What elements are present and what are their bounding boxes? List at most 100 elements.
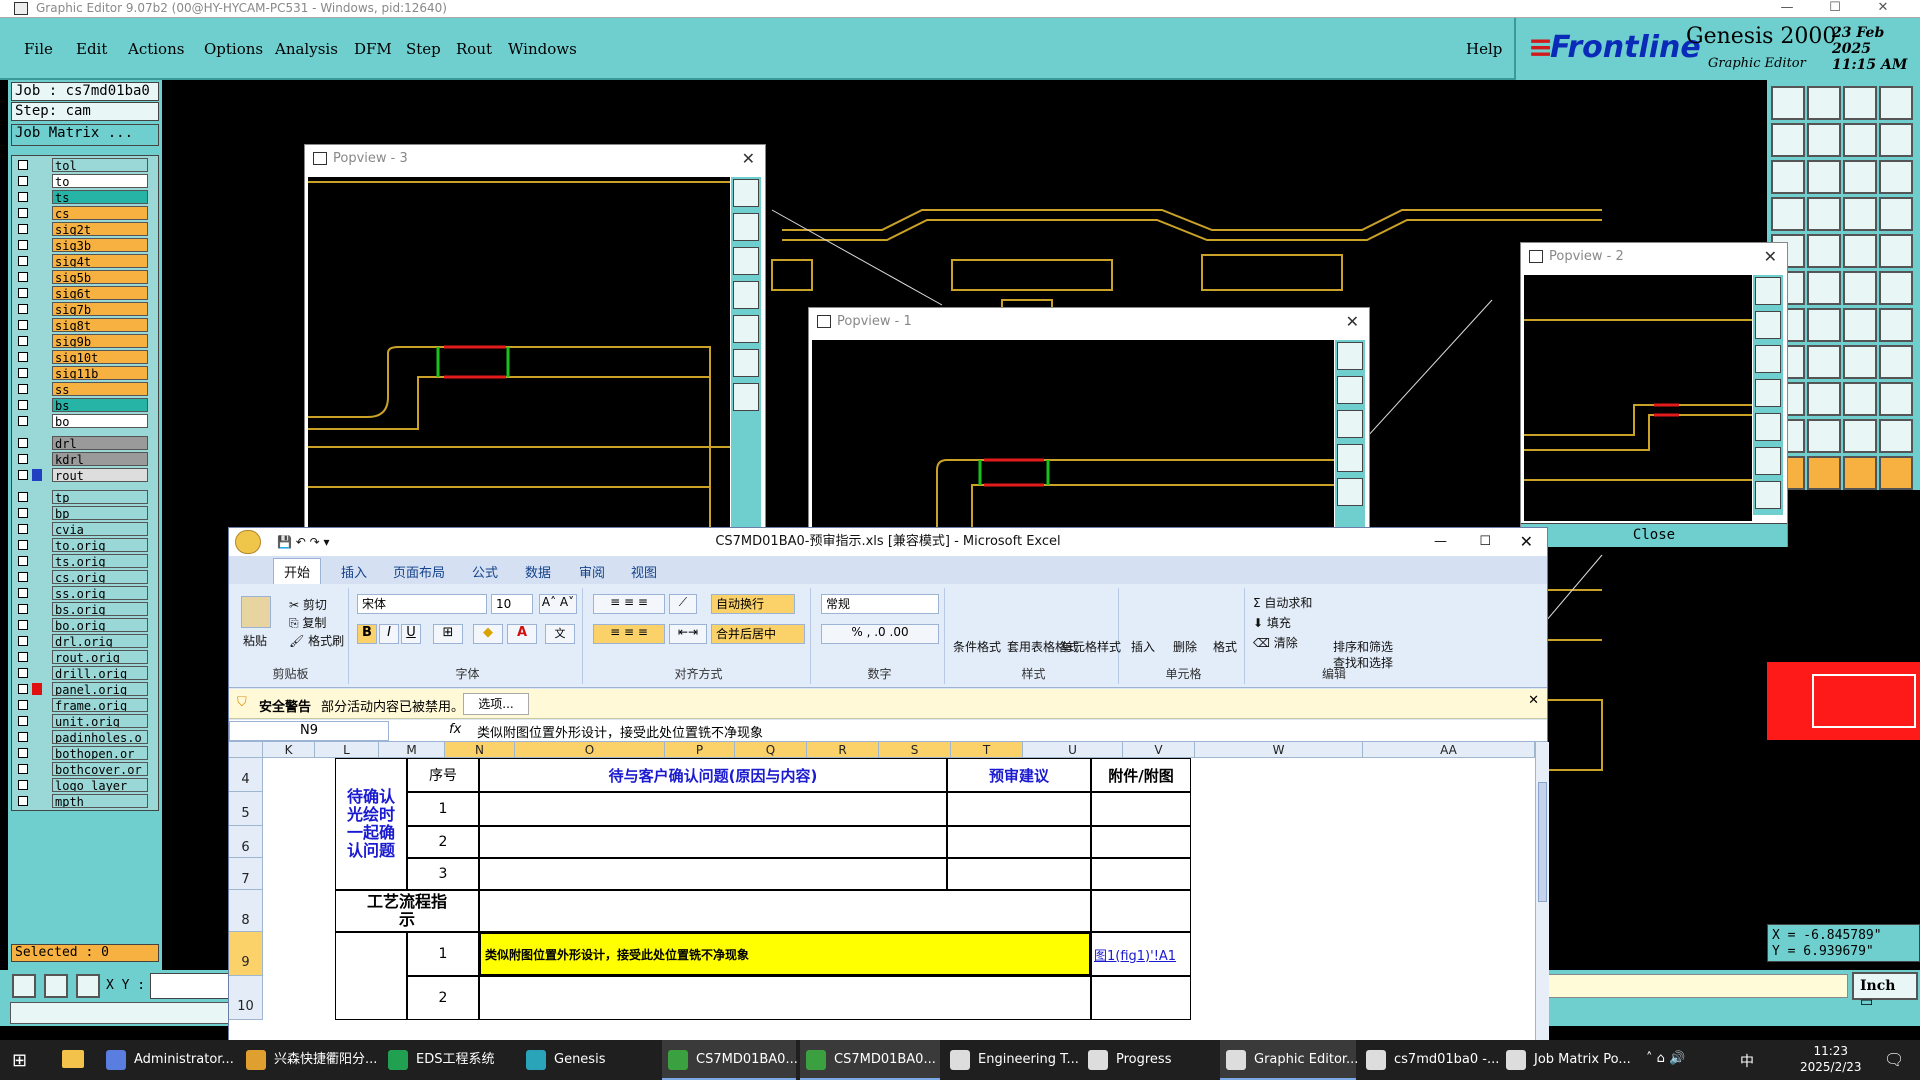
- layer-name[interactable]: bs.orig: [52, 602, 148, 616]
- layer-color-swatch[interactable]: [32, 635, 42, 647]
- tool-button-icon[interactable]: [1879, 345, 1913, 379]
- layer-checkbox[interactable]: [18, 160, 28, 170]
- menu-edit[interactable]: Edit: [76, 40, 107, 58]
- layer-color-swatch[interactable]: [32, 223, 42, 235]
- layer-row[interactable]: sig4t: [12, 254, 158, 268]
- pan-left-icon[interactable]: [1337, 444, 1363, 472]
- seq-cell[interactable]: 1: [407, 792, 479, 826]
- layer-color-swatch[interactable]: [32, 303, 42, 315]
- layer-name[interactable]: bs: [52, 398, 148, 412]
- file-explorer-icon[interactable]: [62, 1050, 84, 1068]
- layer-row[interactable]: cvia: [12, 522, 158, 536]
- layer-name[interactable]: sig3b: [52, 238, 148, 252]
- layer-color-swatch[interactable]: [32, 239, 42, 251]
- layer-color-swatch[interactable]: [32, 763, 42, 775]
- column-header[interactable]: L: [315, 742, 379, 758]
- layer-name[interactable]: tol: [52, 158, 148, 172]
- layer-name[interactable]: bothcover.or: [52, 762, 148, 776]
- taskbar-item[interactable]: Administrator...: [100, 1040, 235, 1080]
- maximize-button[interactable]: ☐: [1812, 0, 1858, 18]
- layer-name[interactable]: cs: [52, 206, 148, 220]
- layer-checkbox[interactable]: [18, 684, 28, 694]
- close-icon[interactable]: ✕: [1528, 693, 1539, 708]
- issue-cell[interactable]: [479, 792, 947, 826]
- tool-button-icon[interactable]: [1879, 197, 1913, 231]
- vertical-scrollbar[interactable]: [1535, 742, 1549, 1041]
- tool-button-icon[interactable]: [1843, 271, 1877, 305]
- taskbar-item[interactable]: Job Matrix Po...: [1500, 1040, 1638, 1080]
- layer-checkbox[interactable]: [18, 556, 28, 566]
- indent-buttons[interactable]: ⇤⇥: [669, 624, 707, 644]
- layer-row[interactable]: bo: [12, 414, 158, 428]
- layer-row[interactable]: rout.orig: [12, 650, 158, 664]
- layer-name[interactable]: unit.orig: [52, 714, 148, 728]
- taskbar-item[interactable]: CS7MD01BA0...: [800, 1040, 940, 1080]
- tab-page-layout[interactable]: 页面布局: [393, 562, 445, 581]
- vertical-align-buttons[interactable]: ≡ ≡ ≡: [593, 594, 665, 614]
- layer-row[interactable]: to.orig: [12, 538, 158, 552]
- layer-name[interactable]: sig5b: [52, 270, 148, 284]
- menu-windows[interactable]: Windows: [508, 40, 577, 58]
- layer-checkbox[interactable]: [18, 588, 28, 598]
- phonetic-button[interactable]: 文: [545, 624, 575, 644]
- tool-button-icon[interactable]: [1879, 456, 1913, 490]
- zoom-icon[interactable]: [1337, 342, 1363, 370]
- layer-name[interactable]: bo.orig: [52, 618, 148, 632]
- popview-2-titlebar[interactable]: Popview - 2 ✕: [1521, 243, 1787, 271]
- layer-color-swatch[interactable]: [32, 383, 42, 395]
- layer-name[interactable]: panel.orig: [52, 682, 148, 696]
- paste-button[interactable]: 粘贴: [243, 632, 267, 649]
- pan-right-icon[interactable]: [1337, 478, 1363, 506]
- name-box[interactable]: N9: [229, 721, 389, 741]
- layer-name[interactable]: sig8t: [52, 318, 148, 332]
- layer-checkbox[interactable]: [18, 176, 28, 186]
- font-size-select[interactable]: 10: [491, 594, 533, 614]
- column-header[interactable]: AA: [1363, 742, 1535, 758]
- ime-indicator[interactable]: 中: [1740, 1051, 1754, 1071]
- layer-row[interactable]: sig5b: [12, 270, 158, 284]
- column-header[interactable]: U: [1023, 742, 1123, 758]
- quick-access-toolbar[interactable]: 💾 ↶ ↷ ▾: [277, 528, 330, 556]
- row-header[interactable]: 5: [229, 792, 263, 826]
- suggestion-cell[interactable]: [947, 858, 1091, 890]
- layer-checkbox[interactable]: [18, 272, 28, 282]
- layer-color-swatch[interactable]: [32, 715, 42, 727]
- fit-icon[interactable]: [1755, 447, 1781, 475]
- close-icon[interactable]: ✕: [1764, 243, 1777, 271]
- layer-row[interactable]: bp: [12, 506, 158, 520]
- layer-row[interactable]: sig8t: [12, 318, 158, 332]
- layer-row[interactable]: padinholes.o: [12, 730, 158, 744]
- tab-data[interactable]: 数据: [525, 562, 551, 581]
- layer-color-swatch[interactable]: [32, 523, 42, 535]
- layer-name[interactable]: sig7b: [52, 302, 148, 316]
- layer-checkbox[interactable]: [18, 320, 28, 330]
- column-header[interactable]: Q: [735, 742, 807, 758]
- menu-actions[interactable]: Actions: [128, 40, 184, 58]
- column-header[interactable]: O: [515, 742, 665, 758]
- layer-checkbox[interactable]: [18, 208, 28, 218]
- layer-row[interactable]: sig7b: [12, 302, 158, 316]
- row-header[interactable]: 7: [229, 858, 263, 890]
- layer-checkbox[interactable]: [18, 748, 28, 758]
- layer-color-swatch[interactable]: [32, 507, 42, 519]
- scrollbar-thumb[interactable]: [1538, 782, 1547, 902]
- layer-name[interactable]: sig4t: [52, 254, 148, 268]
- process-flow-label[interactable]: 工艺流程指示: [335, 890, 479, 932]
- layer-name[interactable]: mpth: [52, 794, 148, 808]
- layer-name[interactable]: to: [52, 174, 148, 188]
- tool-button-icon[interactable]: [1771, 86, 1805, 120]
- tool-button-icon[interactable]: [1843, 419, 1877, 453]
- layer-row[interactable]: unit.orig: [12, 714, 158, 728]
- layer-checkbox[interactable]: [18, 508, 28, 518]
- attachment-cell[interactable]: [1091, 858, 1191, 890]
- merge-center-button[interactable]: 合并后居中: [711, 624, 805, 644]
- layer-row[interactable]: logo_layer_: [12, 778, 158, 792]
- layer-name[interactable]: drl: [52, 436, 148, 450]
- layer-row[interactable]: drl.orig: [12, 634, 158, 648]
- layer-checkbox[interactable]: [18, 304, 28, 314]
- layer-color-swatch[interactable]: [32, 191, 42, 203]
- layer-name[interactable]: sig6t: [52, 286, 148, 300]
- layer-name[interactable]: bp: [52, 506, 148, 520]
- tool-button-icon[interactable]: [1879, 160, 1913, 194]
- layer-checkbox[interactable]: [18, 668, 28, 678]
